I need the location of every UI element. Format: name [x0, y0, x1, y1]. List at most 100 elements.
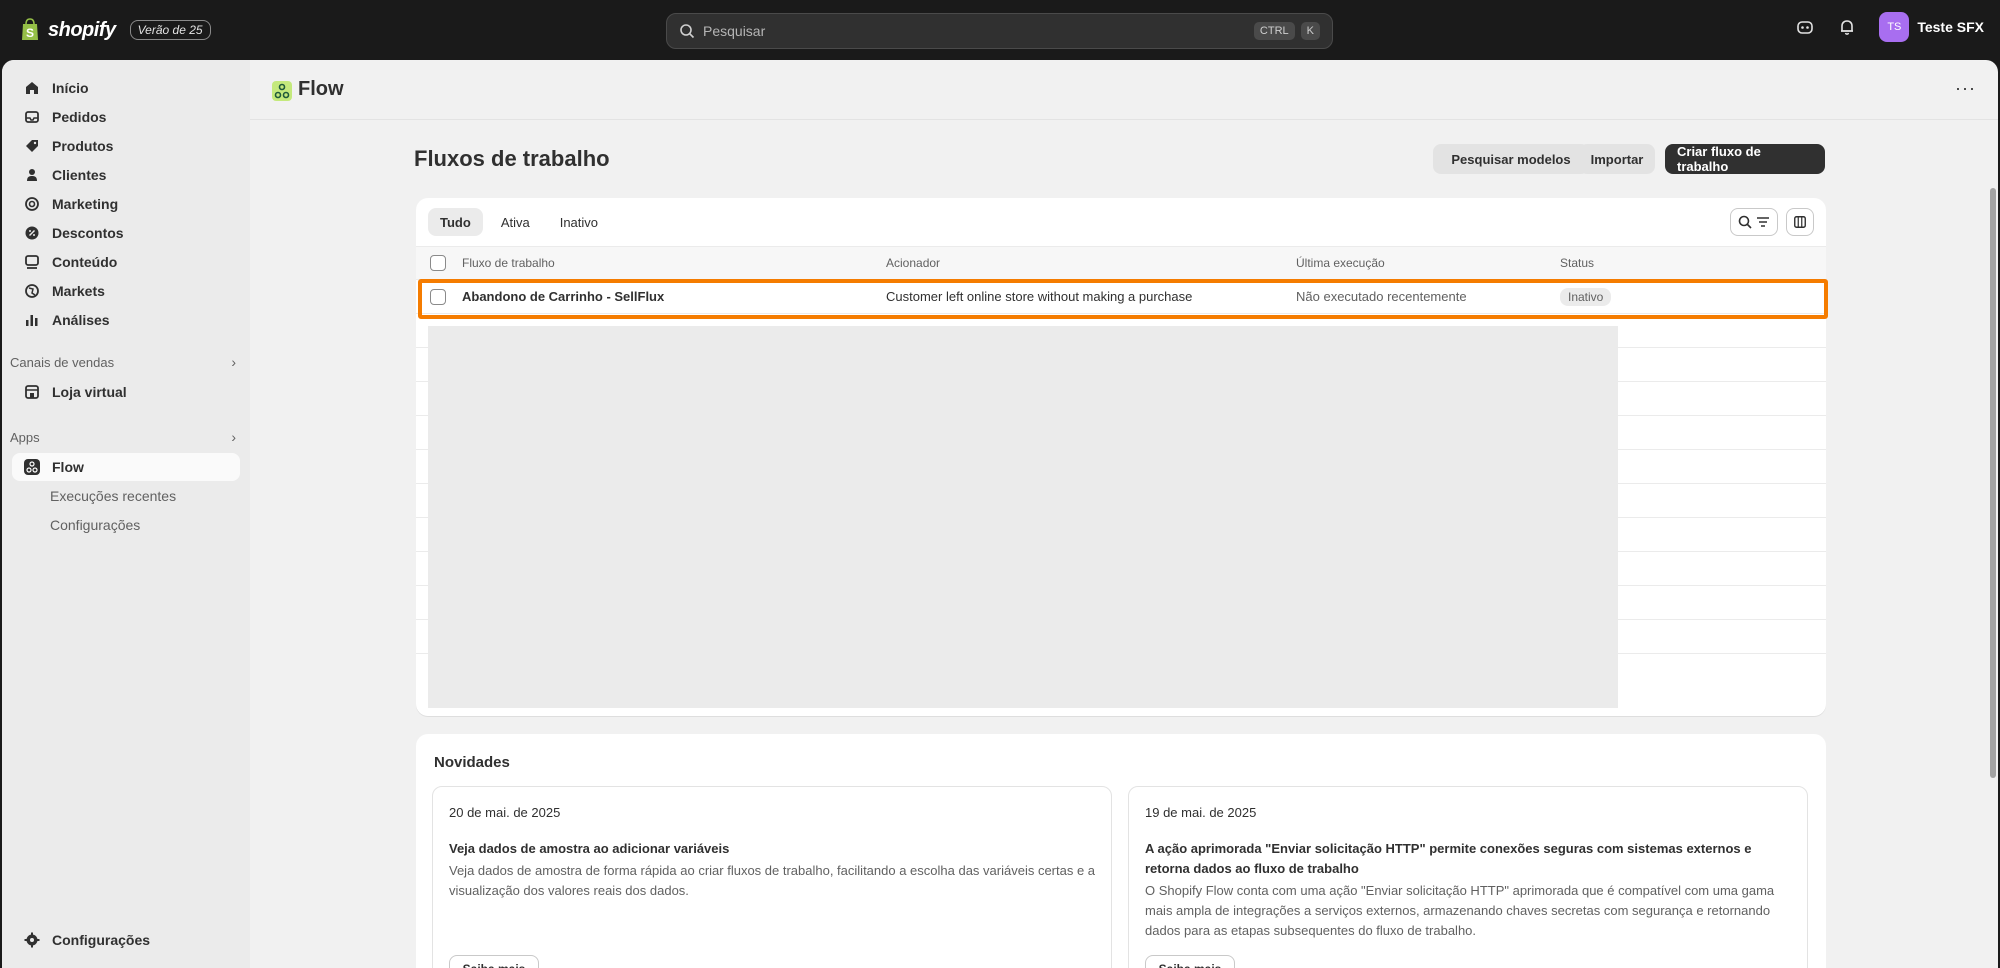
tab-ativa[interactable]: Ativa: [489, 208, 542, 236]
chevron-right-icon: ›: [231, 429, 236, 445]
shortcut-key-ctrl: CTRL: [1253, 22, 1295, 40]
news-headline: Veja dados de amostra ao adicionar variá…: [449, 841, 730, 856]
user-menu[interactable]: TS Teste SFX: [1879, 12, 1984, 42]
create-workflow-button[interactable]: Criar fluxo de trabalho: [1665, 144, 1825, 174]
columns-icon: [1794, 216, 1806, 228]
inbox-icon: [25, 111, 39, 123]
row-checkbox[interactable]: [430, 288, 446, 305]
filter-icon: [1757, 217, 1769, 227]
filter-tabs: Tudo Ativa Inativo: [428, 208, 610, 236]
user-name: Teste SFX: [1917, 19, 1984, 35]
news-item: 20 de mai. de 2025 Veja dados de amostra…: [432, 786, 1112, 968]
column-header-trigger[interactable]: Acionador: [886, 247, 940, 279]
scrollbar-thumb[interactable]: [1990, 188, 1996, 778]
sidebar-item-label: Conteúdo: [52, 254, 118, 270]
news-card: Novidades 20 de mai. de 2025 Veja dados …: [416, 734, 1826, 968]
column-header-name[interactable]: Fluxo de trabalho: [462, 247, 555, 279]
sidebar-item-conteudo[interactable]: Conteúdo: [12, 248, 240, 276]
sidebar-item-configuracoes-flow[interactable]: Configurações: [50, 511, 140, 539]
target-icon: [25, 197, 39, 211]
workflow-trigger: Customer left online store without makin…: [886, 289, 1193, 304]
sidebar-item-analises[interactable]: Análises: [12, 306, 240, 334]
sidebar-item-label: Análises: [52, 312, 110, 328]
bell-icon[interactable]: [1837, 17, 1857, 37]
search-input[interactable]: Pesquisar CTRL K: [666, 13, 1333, 49]
home-icon: [26, 82, 38, 94]
table-row[interactable]: Abandono de Carrinho - SellFlux Customer…: [416, 280, 1826, 314]
sidebar-item-label: Marketing: [52, 196, 119, 212]
sidebar-item-label: Clientes: [52, 167, 107, 183]
app-title: Flow: [298, 78, 344, 100]
learn-more-button[interactable]: Saiba mais: [449, 955, 539, 968]
section-label: Apps: [10, 429, 40, 445]
search-icon: [680, 24, 695, 39]
search-filter-button[interactable]: [1730, 208, 1778, 236]
content-icon: [25, 255, 39, 269]
learn-more-button[interactable]: Saiba mais: [1145, 955, 1235, 968]
chevron-right-icon: ›: [231, 354, 236, 370]
sidekick-icon[interactable]: [1795, 17, 1815, 37]
tab-inativo[interactable]: Inativo: [548, 208, 610, 236]
flow-app-icon: [24, 459, 40, 475]
person-icon: [27, 169, 37, 181]
svg-text:S: S: [26, 26, 34, 40]
status-badge: Inativo: [1560, 287, 1612, 306]
sidebar-item-label: Pedidos: [52, 109, 107, 125]
import-button[interactable]: Importar: [1579, 144, 1655, 174]
discount-icon: [25, 226, 39, 240]
sidebar-item-descontos[interactable]: Descontos: [12, 219, 240, 247]
shopify-logo[interactable]: S shopify Verão de 25: [20, 18, 211, 42]
news-item: 19 de mai. de 2025 A ação aprimorada "En…: [1128, 786, 1808, 968]
workflows-card: Tudo Ativa Inativo Fluxo de trabalho Aci…: [416, 198, 1826, 716]
sidebar-item-label: Loja virtual: [52, 384, 127, 400]
page-title: Fluxos de trabalho: [414, 146, 610, 171]
edition-badge[interactable]: Verão de 25: [129, 20, 211, 40]
news-date: 19 de mai. de 2025: [1145, 805, 1257, 820]
brand-name: shopify: [48, 18, 116, 41]
tab-tudo[interactable]: Tudo: [428, 208, 483, 236]
news-title: Novidades: [434, 754, 510, 771]
sidebar-item-label: Markets: [52, 283, 105, 299]
column-header-status[interactable]: Status: [1560, 247, 1594, 279]
top-bar: S shopify Verão de 25 Pesquisar CTRL K T…: [0, 0, 2000, 60]
page-scrollbar[interactable]: [1988, 126, 1996, 968]
page-header: Flow ···: [250, 60, 1998, 120]
workflow-name[interactable]: Abandono de Carrinho - SellFlux: [462, 280, 664, 313]
tag-icon: [26, 140, 38, 152]
sidebar-item-loja-virtual[interactable]: Loja virtual: [12, 378, 240, 406]
shortcut-key-k: K: [1300, 22, 1320, 40]
news-body: Veja dados de amostra de forma rápida ao…: [449, 863, 1096, 898]
sidebar-item-label: Configurações: [52, 932, 151, 948]
sidebar-item-label: Descontos: [52, 225, 124, 241]
column-header-last-run[interactable]: Última execução: [1296, 247, 1385, 279]
sidebar-item-flow[interactable]: Flow: [12, 453, 240, 481]
more-actions-icon[interactable]: ···: [1955, 78, 1976, 99]
shopify-bag-icon: S: [22, 18, 38, 40]
sidebar-item-marketing[interactable]: Marketing: [12, 190, 240, 218]
sidebar-item-label: Produtos: [52, 138, 114, 154]
search-icon: [1738, 215, 1752, 229]
sidebar-item-inicio[interactable]: Início: [12, 74, 240, 102]
sidebar-item-produtos[interactable]: Produtos: [12, 132, 240, 160]
flow-logo-icon: [272, 81, 292, 101]
sidebar-item-configuracoes[interactable]: Configurações: [12, 926, 240, 954]
section-label: Canais de vendas: [10, 354, 115, 370]
news-date: 20 de mai. de 2025: [449, 805, 561, 820]
app-frame: Início Pedidos Produtos Clientes Marketi…: [2, 60, 1998, 968]
news-headline: A ação aprimorada "Enviar solicitação HT…: [1145, 841, 1752, 876]
select-all-checkbox[interactable]: [430, 255, 446, 271]
sidebar-item-clientes[interactable]: Clientes: [12, 161, 240, 189]
sidebar-item-label: Flow: [52, 459, 84, 475]
sidebar-item-label: Início: [52, 80, 89, 96]
sidebar-item-markets[interactable]: Markets: [12, 277, 240, 305]
globe-icon: [25, 284, 39, 298]
sidebar-item-execucoes-recentes[interactable]: Execuções recentes: [50, 482, 176, 510]
gear-icon: [24, 932, 40, 948]
sidebar-item-pedidos[interactable]: Pedidos: [12, 103, 240, 131]
apps-section[interactable]: Apps ›: [10, 429, 236, 445]
sales-channels-section[interactable]: Canais de vendas ›: [10, 354, 236, 370]
search-templates-button[interactable]: Pesquisar modelos: [1433, 144, 1589, 174]
columns-button[interactable]: [1786, 208, 1814, 236]
loading-overlay: [428, 326, 1618, 708]
sidebar: Início Pedidos Produtos Clientes Marketi…: [2, 60, 250, 968]
